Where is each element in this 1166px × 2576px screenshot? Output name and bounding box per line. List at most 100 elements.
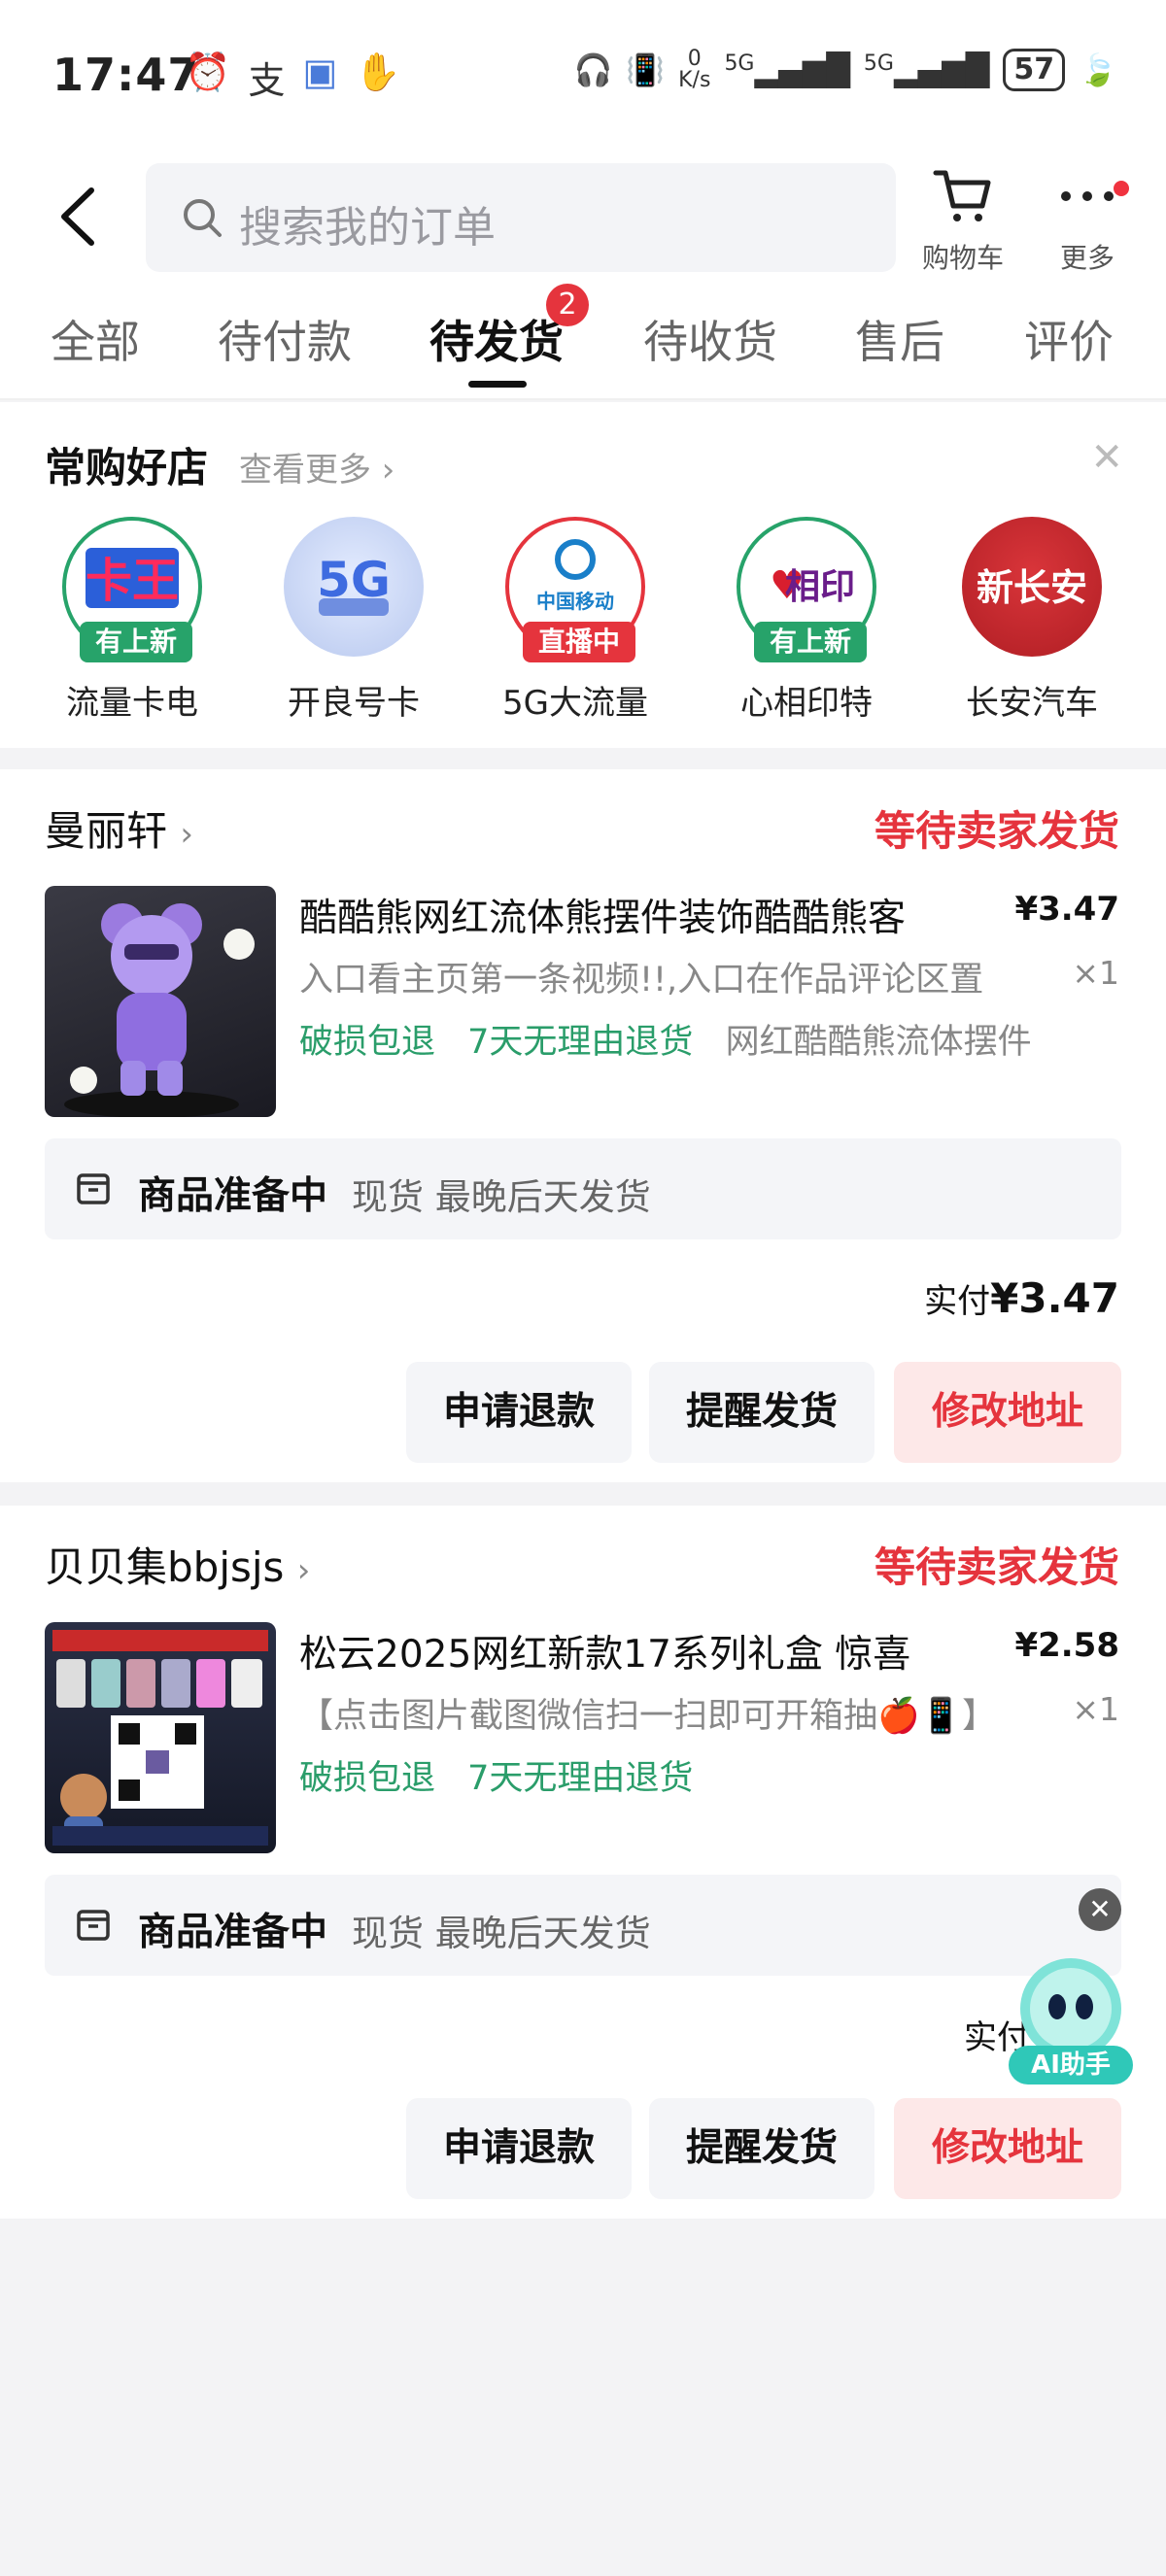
battery-icon: 57 xyxy=(1003,49,1066,91)
section-title: 常购好店 xyxy=(45,444,209,491)
product-price: ¥3.47 xyxy=(1014,890,1119,929)
service-tag: 7天无理由退货 xyxy=(467,1759,694,1798)
order-status: 等待卖家发货 xyxy=(874,1543,1119,1591)
search-icon xyxy=(184,199,222,237)
bear-figure-image xyxy=(64,903,255,1117)
shop-tag: 有上新 xyxy=(80,622,192,662)
shop-avatar: ♥ 相印 有上新 xyxy=(737,517,876,662)
shop-name: 5G大流量 xyxy=(502,684,648,723)
more-label: 更多 xyxy=(1059,242,1115,274)
tab-after-sales[interactable]: 售后 xyxy=(855,307,944,371)
svg-text:新长安: 新长安 xyxy=(977,565,1087,609)
store-name[interactable]: 贝贝集bbjsjs › xyxy=(45,1535,310,1594)
shop-name: 长安汽车 xyxy=(966,684,1098,723)
leaf-icon: 🍃 xyxy=(1079,51,1117,88)
search-placeholder: 搜索我的订单 xyxy=(239,203,496,253)
live-tag: 直播中 xyxy=(523,622,635,662)
shop-avatar: 新长安 xyxy=(962,517,1102,657)
status-bar: 17:47 ⏰ 支 ▣ ✋ 🎧 📳 0 K/s 5G▂▄▆█ 5G▂▄▆█ 57 … xyxy=(0,0,1166,146)
refund-button[interactable]: 申请退款 xyxy=(406,2098,632,2199)
shipping-status-bar[interactable]: 商品准备中 现货 最晚后天发货 xyxy=(45,1875,1121,1976)
product-spec: 入口看主页第一条视频!!,入口在作品评论区置 xyxy=(299,961,984,1000)
net-speed: 0 K/s xyxy=(678,47,711,92)
close-ai-icon[interactable]: ✕ xyxy=(1079,1888,1121,1931)
box-icon xyxy=(77,1173,110,1204)
svg-text:中国移动: 中国移动 xyxy=(536,590,614,613)
ai-assistant-button[interactable]: AI助手 xyxy=(1001,1952,1137,2088)
modify-address-button[interactable]: 修改地址 xyxy=(894,2098,1121,2199)
tab-badge: 2 xyxy=(546,284,589,326)
shop-item[interactable]: 5G 开良号卡 xyxy=(266,517,441,724)
notification-dot xyxy=(1114,181,1129,196)
product-image[interactable] xyxy=(45,886,276,1117)
search-input[interactable]: 搜索我的订单 xyxy=(146,163,896,272)
shop-tag: 有上新 xyxy=(754,622,867,662)
status-right-icons: 🎧 📳 0 K/s 5G▂▄▆█ 5G▂▄▆█ 57 🍃 xyxy=(573,49,1117,91)
more-button[interactable]: 更多 xyxy=(1034,167,1141,276)
tab-pending-payment[interactable]: 待付款 xyxy=(218,307,352,371)
product-keyword: 网红酷酷熊流体摆件 xyxy=(725,1023,1032,1062)
svg-text:AI助手: AI助手 xyxy=(1031,2051,1111,2080)
gift-box-qr-image xyxy=(52,1630,268,1846)
shipping-status-bar[interactable]: 商品准备中 现货 最晚后天发货 xyxy=(45,1138,1121,1239)
prep-detail: 现货 最晚后天发货 xyxy=(352,1176,651,1218)
paid-value: ¥3.47 xyxy=(990,1274,1119,1322)
order-card: 曼丽轩 › 等待卖家发货 酷酷熊网红流体熊摆件装饰酷酷熊客 ¥3.47 入口看主… xyxy=(0,769,1166,1482)
5g-logo-icon: 5G xyxy=(317,552,391,616)
close-icon[interactable]: ✕ xyxy=(1090,435,1123,480)
back-arrow-icon[interactable] xyxy=(54,183,103,251)
remind-shipment-button[interactable]: 提醒发货 xyxy=(649,1362,874,1463)
vibrate-icon: 📳 xyxy=(626,51,666,88)
status-time: 17:47 xyxy=(52,49,200,101)
app-notification-icon: ▣ xyxy=(302,51,338,93)
tab-all[interactable]: 全部 xyxy=(51,307,140,371)
modify-address-button[interactable]: 修改地址 xyxy=(894,1362,1121,1463)
shop-name: 开良号卡 xyxy=(288,684,420,723)
order-card: 贝贝集bbjsjs › 等待卖家发货 松云2025网红新款17系列礼盒 惊喜 ¥… xyxy=(0,1506,1166,2219)
prep-detail: 现货 最晚后天发货 xyxy=(352,1913,651,1954)
svg-text:相印: 相印 xyxy=(785,567,855,607)
top-bar: 搜索我的订单 购物车 更多 xyxy=(0,146,1166,291)
service-tags: 破损包退 7天无理由退货 网红酷酷熊流体摆件 xyxy=(299,1014,1053,1064)
shop-avatar: 卡王 有上新 xyxy=(62,517,202,662)
shop-item[interactable]: ♥ 相印 有上新 心相印特 xyxy=(719,517,894,724)
ai-mascot-icon: AI助手 xyxy=(1009,1958,1133,2085)
product-image[interactable] xyxy=(45,1622,276,1853)
box-icon xyxy=(77,1910,110,1941)
shop-item[interactable]: 中国移动 直播中 5G大流量 xyxy=(488,517,663,724)
tab-pending-receipt[interactable]: 待收货 xyxy=(643,307,777,371)
cart-button[interactable]: 购物车 xyxy=(909,167,1016,276)
hand-icon: ✋ xyxy=(355,51,401,93)
signal-icon-2: 5G▂▄▆█ xyxy=(863,51,990,88)
product-title[interactable]: 松云2025网红新款17系列礼盒 惊喜 xyxy=(299,1624,999,1678)
refund-button[interactable]: 申请退款 xyxy=(406,1362,632,1463)
store-name[interactable]: 曼丽轩 › xyxy=(45,798,193,858)
cart-label: 购物车 xyxy=(921,242,1004,274)
active-tab-indicator xyxy=(468,381,527,388)
remind-shipment-button[interactable]: 提醒发货 xyxy=(649,2098,874,2199)
more-dots-icon xyxy=(1061,191,1114,201)
changan-logo-icon: 新长安 xyxy=(977,565,1087,609)
service-tag: 7天无理由退货 xyxy=(467,1023,694,1062)
shop-name: 流量卡电 xyxy=(66,684,198,723)
shop-item[interactable]: 新长安 长安汽车 xyxy=(944,517,1119,724)
product-title[interactable]: 酷酷熊网红流体熊摆件装饰酷酷熊客 xyxy=(299,888,999,942)
see-more-link[interactable]: 查看更多 › xyxy=(239,443,394,491)
frequent-shops-section: 常购好店 查看更多 › ✕ 卡王 有上新 流量卡电 5G 开良号卡 中国移动 直 xyxy=(0,402,1166,748)
product-price: ¥2.58 xyxy=(1014,1626,1119,1665)
status-left-icons: ⏰ 支 ▣ ✋ xyxy=(185,51,401,104)
prep-title: 商品准备中 xyxy=(138,1174,328,1218)
alipay-icon: 支 xyxy=(248,59,286,102)
shop-avatar: 5G xyxy=(284,517,424,657)
service-tag: 破损包退 xyxy=(299,1759,436,1798)
service-tags: 破损包退 7天无理由退货 xyxy=(299,1750,714,1800)
tab-reviews[interactable]: 评价 xyxy=(1024,307,1114,371)
product-spec: 【点击图片截图微信扫一扫即可开箱抽🍎📱】 xyxy=(299,1697,997,1736)
prep-title: 商品准备中 xyxy=(138,1911,328,1954)
svg-text:卡王: 卡王 xyxy=(86,554,179,608)
shop-item[interactable]: 卡王 有上新 流量卡电 xyxy=(45,517,220,724)
order-status: 等待卖家发货 xyxy=(874,807,1119,855)
alarm-icon: ⏰ xyxy=(185,51,231,93)
svg-text:5G: 5G xyxy=(317,552,391,608)
tab-pending-shipment[interactable]: 待发货 xyxy=(429,307,564,371)
